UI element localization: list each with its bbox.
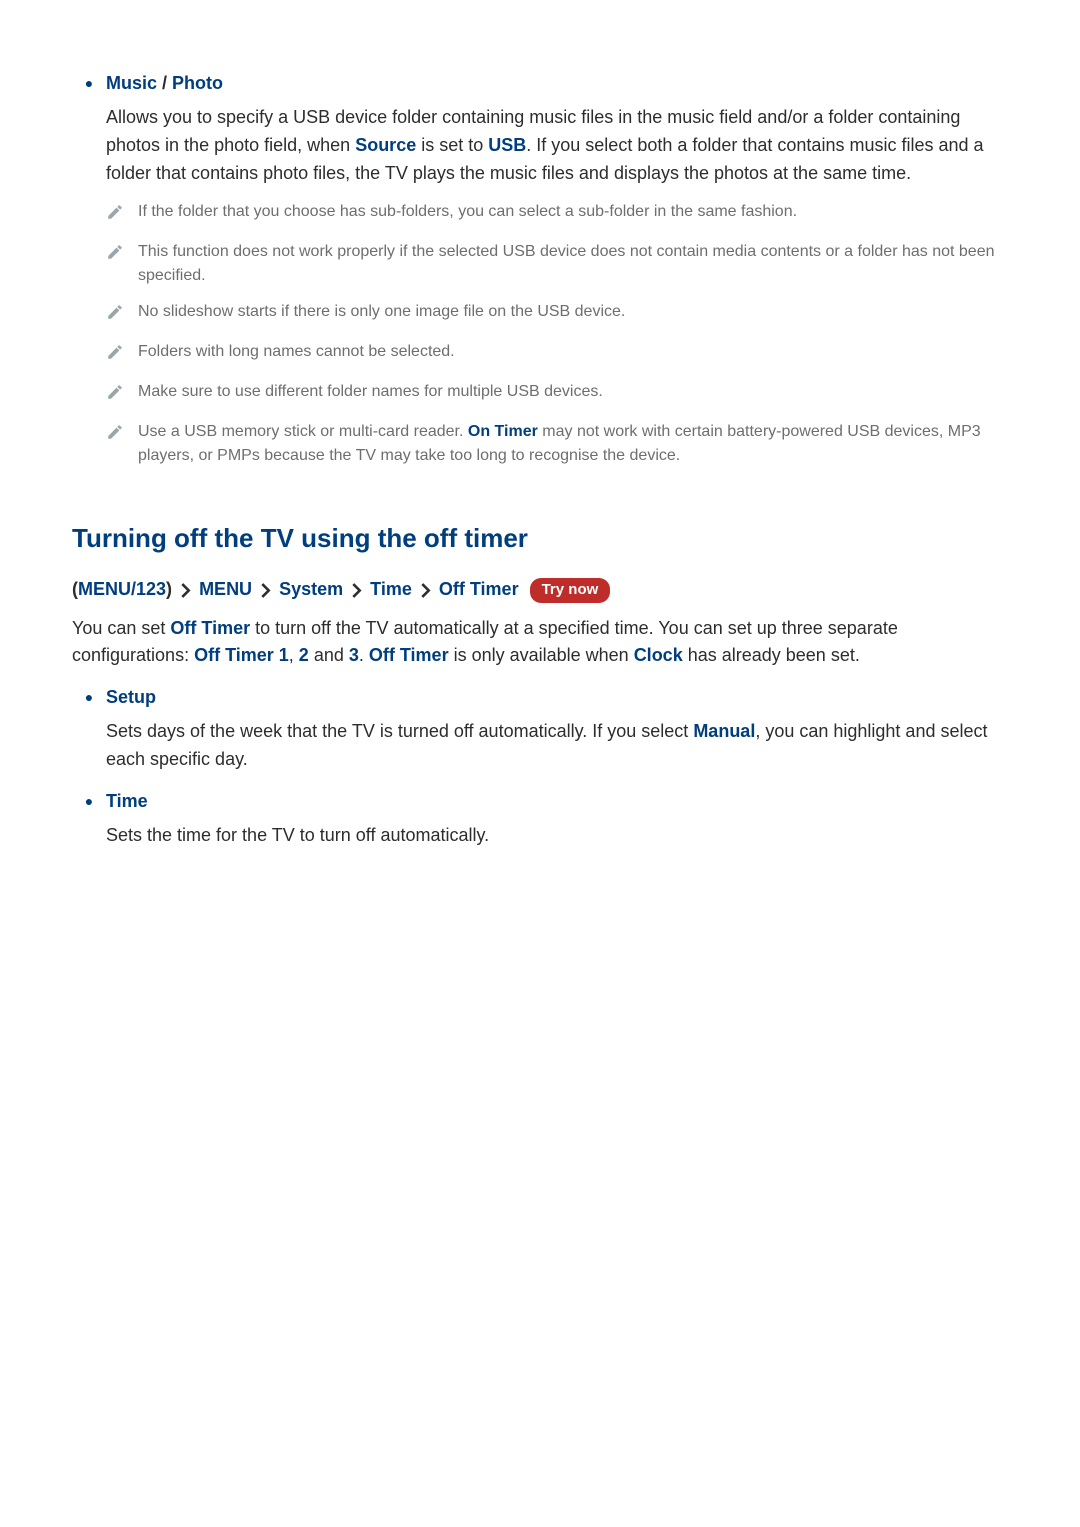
text: is set to xyxy=(416,135,488,155)
bullet-icon: ● xyxy=(72,70,106,96)
term-on-timer: On Timer xyxy=(468,423,538,440)
note-item: This function does not work properly if … xyxy=(106,240,1008,288)
note-text: If the folder that you choose has sub-fo… xyxy=(138,200,797,224)
note-item: Make sure to use different folder names … xyxy=(106,380,1008,408)
text: . xyxy=(359,645,369,665)
heading-setup: ● Setup xyxy=(72,684,1008,710)
pencil-icon xyxy=(106,422,124,448)
term-off-timer-1: Off Timer 1 xyxy=(194,645,289,665)
try-now-badge[interactable]: Try now xyxy=(530,578,611,603)
chevron-right-icon xyxy=(351,583,362,598)
label-music: Music xyxy=(106,73,157,93)
heading-music-photo: ● Music / Photo xyxy=(72,70,1008,96)
breadcrumb: (MENU/123) MENU System Time Off Timer Tr… xyxy=(72,576,1008,603)
label-photo: Photo xyxy=(172,73,223,93)
term-off-timer: Off Timer xyxy=(369,645,449,665)
crumb-off-timer: Off Timer xyxy=(439,579,519,599)
term-source: Source xyxy=(355,135,416,155)
text: You can set xyxy=(72,618,170,638)
chevron-right-icon xyxy=(420,583,431,598)
term-off-timer-2: 2 xyxy=(299,645,309,665)
chevron-right-icon xyxy=(180,583,191,598)
text: has already been set. xyxy=(683,645,860,665)
pencil-icon xyxy=(106,302,124,328)
text: is only available when xyxy=(449,645,634,665)
music-photo-notes: If the folder that you choose has sub-fo… xyxy=(72,200,1008,468)
paren-close: ) xyxy=(166,579,172,599)
pencil-icon xyxy=(106,382,124,408)
term-off-timer: Off Timer xyxy=(170,618,250,638)
music-photo-body: Allows you to specify a USB device folde… xyxy=(106,104,1008,188)
term-clock: Clock xyxy=(634,645,683,665)
heading-music-photo-label: Music / Photo xyxy=(106,70,223,96)
label-setup: Setup xyxy=(106,684,156,710)
document-page: ● Music / Photo Allows you to specify a … xyxy=(0,0,1080,890)
crumb-system: System xyxy=(279,579,343,599)
pencil-icon xyxy=(106,242,124,268)
bullet-icon: ● xyxy=(72,684,106,710)
pencil-icon xyxy=(106,342,124,368)
note-text: Make sure to use different folder names … xyxy=(138,380,603,404)
note-item: If the folder that you choose has sub-fo… xyxy=(106,200,1008,228)
term-usb: USB xyxy=(488,135,526,155)
crumb-menu123: MENU/123 xyxy=(78,579,166,599)
crumb-menu: MENU xyxy=(199,579,252,599)
label-slash: / xyxy=(157,73,172,93)
text: Sets days of the week that the TV is tur… xyxy=(106,721,693,741)
chevron-right-icon xyxy=(260,583,271,598)
note-item: No slideshow starts if there is only one… xyxy=(106,300,1008,328)
note-text: Use a USB memory stick or multi-card rea… xyxy=(138,420,1008,468)
bullet-icon: ● xyxy=(72,788,106,814)
heading-time: ● Time xyxy=(72,788,1008,814)
text: , xyxy=(289,645,299,665)
note-item: Folders with long names cannot be select… xyxy=(106,340,1008,368)
section-heading-off-timer: Turning off the TV using the off timer xyxy=(72,520,1008,558)
note-text: No slideshow starts if there is only one… xyxy=(138,300,625,324)
note-text: Folders with long names cannot be select… xyxy=(138,340,455,364)
off-timer-body: You can set Off Timer to turn off the TV… xyxy=(72,615,1008,671)
text: Use a USB memory stick or multi-card rea… xyxy=(138,423,468,440)
note-text: This function does not work properly if … xyxy=(138,240,1008,288)
pencil-icon xyxy=(106,202,124,228)
text: and xyxy=(309,645,349,665)
time-body: Sets the time for the TV to turn off aut… xyxy=(106,822,1008,850)
term-off-timer-3: 3 xyxy=(349,645,359,665)
term-manual: Manual xyxy=(693,721,755,741)
note-item: Use a USB memory stick or multi-card rea… xyxy=(106,420,1008,468)
setup-body: Sets days of the week that the TV is tur… xyxy=(106,718,1008,774)
label-time: Time xyxy=(106,788,148,814)
crumb-time: Time xyxy=(370,579,412,599)
